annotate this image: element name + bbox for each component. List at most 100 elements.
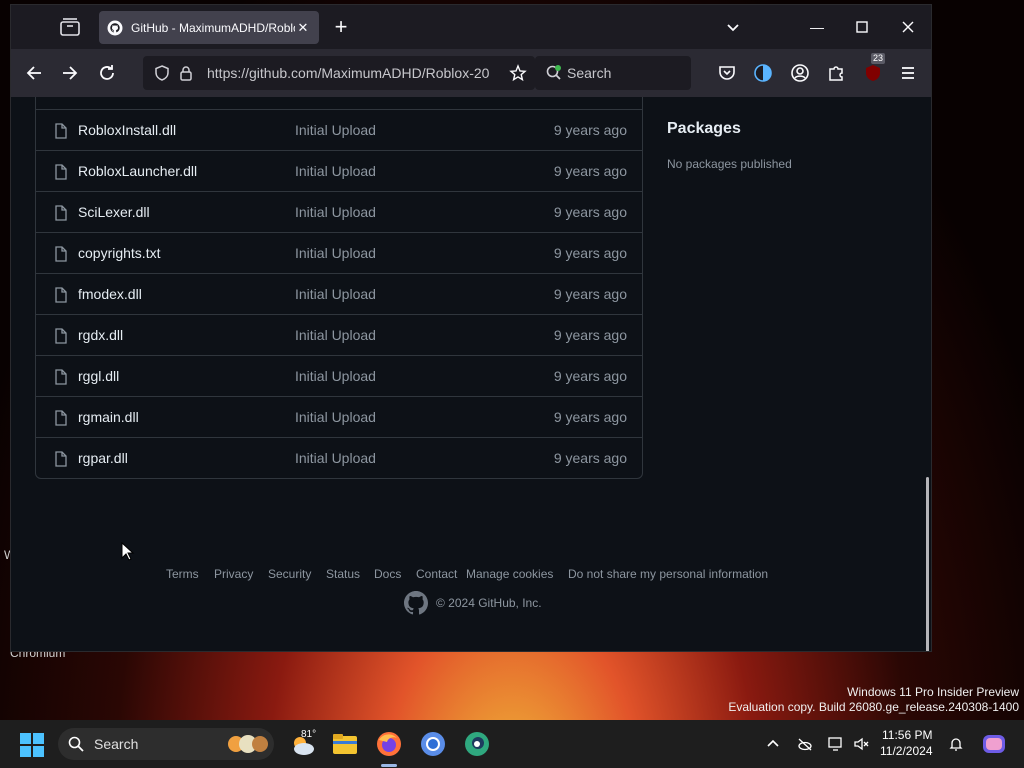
chevron-up-icon[interactable]	[765, 736, 781, 752]
bookmark-star-icon[interactable]	[509, 64, 527, 82]
file-name-link[interactable]: rggl.dll	[78, 368, 119, 384]
file-row[interactable]: SciLexer.dll Initial Upload 9 years ago	[36, 191, 642, 232]
url-text[interactable]: https://github.com/MaximumADHD/Roblox-20…	[207, 65, 489, 81]
commit-age: 9 years ago	[553, 122, 627, 138]
copilot-icon[interactable]	[980, 730, 1008, 758]
commit-message-link[interactable]: Initial Upload	[295, 368, 376, 384]
commit-message-link[interactable]: Initial Upload	[295, 450, 376, 466]
file-row[interactable]: copyrights.txt Initial Upload 9 years ago	[36, 232, 642, 273]
commit-message-link[interactable]: Initial Upload	[295, 245, 376, 261]
file-explorer-icon[interactable]	[331, 730, 359, 758]
commit-message-link[interactable]: Initial Upload	[295, 122, 376, 138]
onedrive-icon[interactable]	[797, 736, 813, 752]
notification-bell-icon[interactable]	[948, 736, 964, 752]
clock-time: 11:56 PM	[882, 728, 933, 742]
footer-copyright: © 2024 GitHub, Inc.	[404, 591, 542, 615]
dark-reader-icon[interactable]	[753, 63, 773, 83]
commit-age: 9 years ago	[553, 327, 627, 343]
extension-badge-count: 23	[871, 53, 886, 64]
footer-link-terms[interactable]: Terms	[166, 567, 199, 581]
file-icon	[55, 164, 67, 180]
file-icon	[55, 328, 67, 344]
display-icon[interactable]	[828, 736, 844, 752]
file-name-link[interactable]: rgpar.dll	[78, 450, 128, 466]
commit-message-link[interactable]: Initial Upload	[295, 409, 376, 425]
windows-watermark: Windows 11 Pro Insider Preview Evaluatio…	[728, 685, 1019, 715]
file-name-link[interactable]: rgmain.dll	[78, 409, 139, 425]
file-row[interactable]: rggl.dll Initial Upload 9 years ago	[36, 355, 642, 396]
footer-link-docs[interactable]: Docs	[374, 567, 401, 581]
github-favicon-icon	[107, 20, 123, 35]
tab-list-chevron-icon[interactable]	[723, 17, 743, 37]
account-icon[interactable]	[790, 63, 810, 83]
file-icon	[55, 205, 67, 221]
edge-icon[interactable]	[463, 730, 491, 758]
file-name-link[interactable]: rgdx.dll	[78, 327, 123, 343]
chromium-icon[interactable]	[419, 730, 447, 758]
commit-message-link[interactable]: Initial Upload	[295, 327, 376, 343]
watermark-line-2: Evaluation copy. Build 26080.ge_release.…	[728, 700, 1019, 714]
weather-temperature: 81°	[301, 729, 317, 740]
footer-link-manage-cookies[interactable]: Manage cookies	[466, 567, 553, 581]
file-row[interactable]: RobloxInstall.dll Initial Upload 9 years a…	[36, 109, 642, 150]
commit-message-link[interactable]: Initial Upload	[295, 286, 376, 302]
watermark-line-1: Windows 11 Pro Insider Preview	[847, 685, 1019, 699]
search-placeholder: Search	[567, 65, 612, 81]
windows-taskbar: Search 81° 11:56 PM 11/2/2024	[0, 720, 1024, 768]
search-bar[interactable]: Search	[535, 56, 691, 90]
ublock-origin-icon[interactable]	[863, 63, 883, 83]
clock-date: 11/2/2024	[880, 744, 933, 758]
lock-icon[interactable]	[177, 64, 195, 82]
tab-close-icon[interactable]: ✕	[295, 20, 311, 36]
browser-window: GitHub - MaximumADHD/Roblox-2008 ✕ + — h…	[10, 4, 932, 652]
file-row[interactable]: fmodex.dll Initial Upload 9 years ago	[36, 273, 642, 314]
file-name-link[interactable]: RobloxLauncher.dll	[78, 163, 197, 179]
footer-link-contact[interactable]: Contact	[416, 567, 457, 581]
commit-message-link[interactable]: Initial Upload	[295, 204, 376, 220]
taskbar-search-box[interactable]: Search	[58, 728, 274, 760]
address-bar[interactable]: https://github.com/MaximumADHD/Roblox-20…	[143, 56, 535, 90]
file-name-link[interactable]: RobloxInstall.dll	[78, 122, 176, 138]
tab-title: GitHub - MaximumADHD/Roblox-2008	[131, 20, 295, 35]
extensions-puzzle-icon[interactable]	[826, 63, 846, 83]
new-tab-button[interactable]: +	[331, 16, 351, 38]
footer-link-privacy[interactable]: Privacy	[214, 567, 253, 581]
footer-link-do-not-share[interactable]: Do not share my personal information	[568, 567, 768, 581]
search-highlight-icon	[228, 735, 268, 753]
firefox-icon[interactable]	[375, 730, 403, 758]
packages-heading[interactable]: Packages	[667, 120, 907, 138]
file-row[interactable]: rgmain.dll Initial Upload 9 years ago	[36, 396, 642, 437]
commit-age: 9 years ago	[553, 450, 627, 466]
file-row[interactable]: Roblox.exeInitial Upload9 years ago	[36, 97, 642, 109]
file-row[interactable]: rgdx.dll Initial Upload 9 years ago	[36, 314, 642, 355]
pocket-icon[interactable]	[717, 63, 737, 83]
forward-arrow-icon[interactable]	[60, 63, 80, 83]
footer-link-status[interactable]: Status	[326, 567, 360, 581]
github-logo-icon[interactable]	[404, 591, 428, 615]
commit-message-link[interactable]: Initial Upload	[295, 163, 376, 179]
back-arrow-icon[interactable]	[24, 63, 44, 83]
file-name-link[interactable]: copyrights.txt	[78, 245, 160, 261]
tab-overview-icon[interactable]	[59, 17, 81, 37]
file-row[interactable]: RobloxLauncher.dll Initial Upload 9 years …	[36, 150, 642, 191]
file-name-link[interactable]: fmodex.dll	[78, 286, 142, 302]
minimize-button[interactable]: —	[807, 17, 827, 37]
tab-bar: GitHub - MaximumADHD/Roblox-2008 ✕ + —	[11, 5, 931, 49]
navigation-toolbar: https://github.com/MaximumADHD/Roblox-20…	[11, 49, 931, 97]
file-row[interactable]: rgpar.dll Initial Upload 9 years ago	[36, 437, 642, 478]
mouse-cursor-icon	[121, 542, 135, 561]
maximize-button[interactable]	[852, 17, 872, 37]
tab-github[interactable]: GitHub - MaximumADHD/Roblox-2008 ✕	[99, 11, 319, 44]
commit-age: 9 years ago	[553, 409, 627, 425]
search-engine-icon[interactable]	[545, 64, 563, 82]
close-window-button[interactable]	[898, 17, 918, 37]
windows-start-icon[interactable]	[19, 732, 45, 758]
page-scrollbar[interactable]	[926, 477, 929, 651]
hamburger-menu-icon[interactable]	[898, 63, 918, 83]
taskbar-clock[interactable]: 11:56 PM 11/2/2024	[880, 727, 933, 759]
footer-link-security[interactable]: Security	[268, 567, 311, 581]
volume-muted-icon[interactable]	[853, 736, 869, 752]
shield-icon[interactable]	[153, 64, 171, 82]
file-name-link[interactable]: SciLexer.dll	[78, 204, 150, 220]
reload-icon[interactable]	[97, 63, 117, 83]
